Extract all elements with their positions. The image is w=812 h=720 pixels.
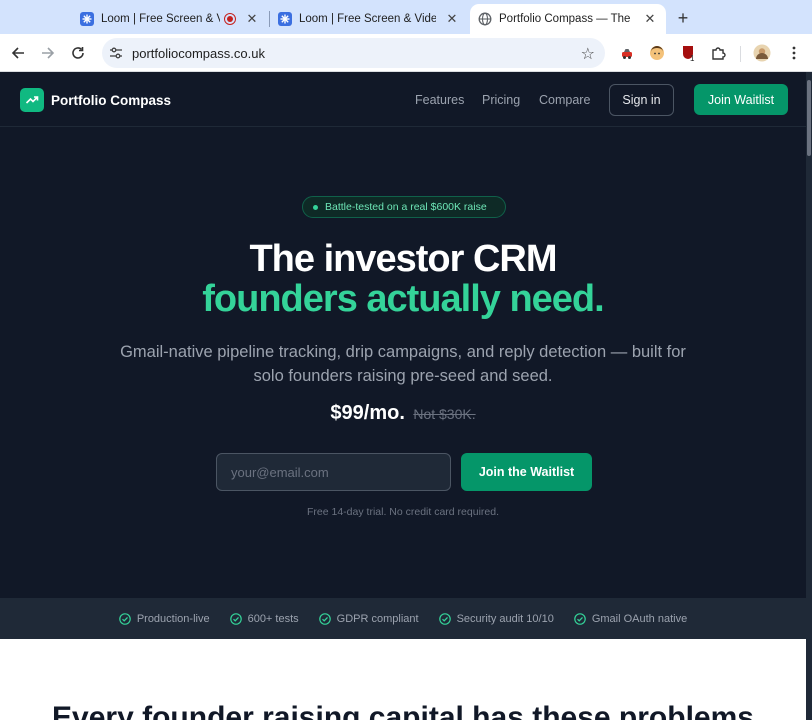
reload-button[interactable] [66,41,90,65]
trust-item-label: GDPR compliant [336,612,419,625]
new-tab-button[interactable]: + [672,7,694,29]
close-tab-icon[interactable]: ✕ [444,11,460,27]
page-viewport: Portfolio Compass Features Pricing Compa… [0,72,812,720]
browser-menu-icon[interactable] [784,43,804,63]
trust-item: Gmail OAuth native [574,613,687,625]
check-circle-icon [438,612,451,625]
trust-item-label: 600+ tests [247,612,299,625]
back-button[interactable] [6,41,30,65]
badge-text: Battle-tested on a real $600K raise [325,201,487,213]
tab-title: Loom | Free Screen & Video Recording [101,13,220,25]
tab-title: Portfolio Compass — The investor CRM [499,13,634,25]
trust-item: Security audit 10/10 [438,612,554,625]
problems-heading: Every founder raising capital has these … [52,701,754,720]
globe-favicon-icon [478,12,492,26]
old-price: Not $30K. [413,406,476,422]
price: $99/mo. [330,402,405,424]
loom-favicon-icon [278,12,292,26]
extension-badge-count: 1 [690,54,695,62]
trust-item: 600+ tests [229,612,299,625]
trust-item: GDPR compliant [318,612,419,625]
profile-avatar[interactable] [752,43,772,63]
page-scrollbar[interactable] [806,72,812,720]
browser-tab-portfolio-compass[interactable]: Portfolio Compass — The investor CRM ✕ [470,4,666,34]
toolbar-divider [740,46,741,62]
hero-headline-line-1: The investor CRM [249,238,557,280]
extensions-puzzle-icon[interactable] [708,43,728,63]
problems-section: Every founder raising capital has these … [0,639,806,720]
join-waitlist-nav-button[interactable]: Join Waitlist [694,84,788,115]
trial-note: Free 14-day trial. No credit card requir… [307,506,499,518]
extension-car-icon[interactable] [617,43,637,63]
hero-headline-line-2: founders actually need. [202,278,604,320]
browser-tab-loom-2[interactable]: Loom | Free Screen & Video Recording ✕ [270,4,468,34]
badge-dot-icon [313,204,318,210]
address-bar[interactable]: portfoliocompass.co.uk ☆ [102,38,605,68]
loom-favicon-icon [80,12,94,26]
join-waitlist-button[interactable]: Join the Waitlist [461,453,592,491]
site-navbar: Portfolio Compass Features Pricing Compa… [0,72,806,127]
check-circle-icon [119,612,131,625]
brand-name: Portfolio Compass [51,92,172,108]
check-circle-icon [229,612,242,625]
sign-in-button[interactable]: Sign in [609,84,674,116]
browser-tab-strip: Loom | Free Screen & Video Recording ✕ L… [0,0,812,34]
trust-item-label: Security audit 10/10 [456,612,554,625]
trust-bar: Production-live 600+ tests GDPR complian… [0,598,806,639]
tab-title: Loom | Free Screen & Video Recording [299,13,436,25]
close-tab-icon[interactable]: ✕ [244,11,260,27]
trust-item-label: Gmail OAuth native [591,612,688,625]
nav-link-compare[interactable]: Compare [539,93,590,107]
forward-button[interactable] [36,41,60,65]
back-arrow-icon [11,47,24,59]
check-circle-icon [318,612,331,625]
recording-icon [224,13,236,25]
close-tab-icon[interactable]: ✕ [642,11,658,27]
price-row: $99/mo. Not $30K. [0,402,806,425]
hero-subtitle: Gmail-native pipeline tracking, drip cam… [120,343,686,385]
email-input[interactable] [216,453,451,491]
extension-avatar-icon[interactable] [647,43,667,63]
trust-item-label: Production-live [136,612,210,625]
bookmark-star-icon[interactable]: ☆ [581,44,595,64]
trust-item: Production-live [119,613,210,625]
site-settings-icon[interactable] [108,45,124,61]
extension-badge-icon[interactable]: 1 [678,43,698,63]
reload-icon [72,47,84,59]
trending-up-icon [20,88,44,112]
nav-link-features[interactable]: Features [415,93,464,107]
nav-link-pricing[interactable]: Pricing [482,93,520,107]
check-circle-icon [574,612,586,625]
page-scrollbar-thumb[interactable] [807,80,811,156]
browser-toolbar: portfoliocompass.co.uk ☆ 1 [0,34,812,72]
url-text: portfoliocompass.co.uk [132,46,265,61]
hero-badge: Battle-tested on a real $600K raise [302,196,506,218]
forward-arrow-icon [42,47,55,59]
site-logo[interactable]: Portfolio Compass [20,88,171,112]
browser-tab-loom-1[interactable]: Loom | Free Screen & Video Recording ✕ [72,4,268,34]
